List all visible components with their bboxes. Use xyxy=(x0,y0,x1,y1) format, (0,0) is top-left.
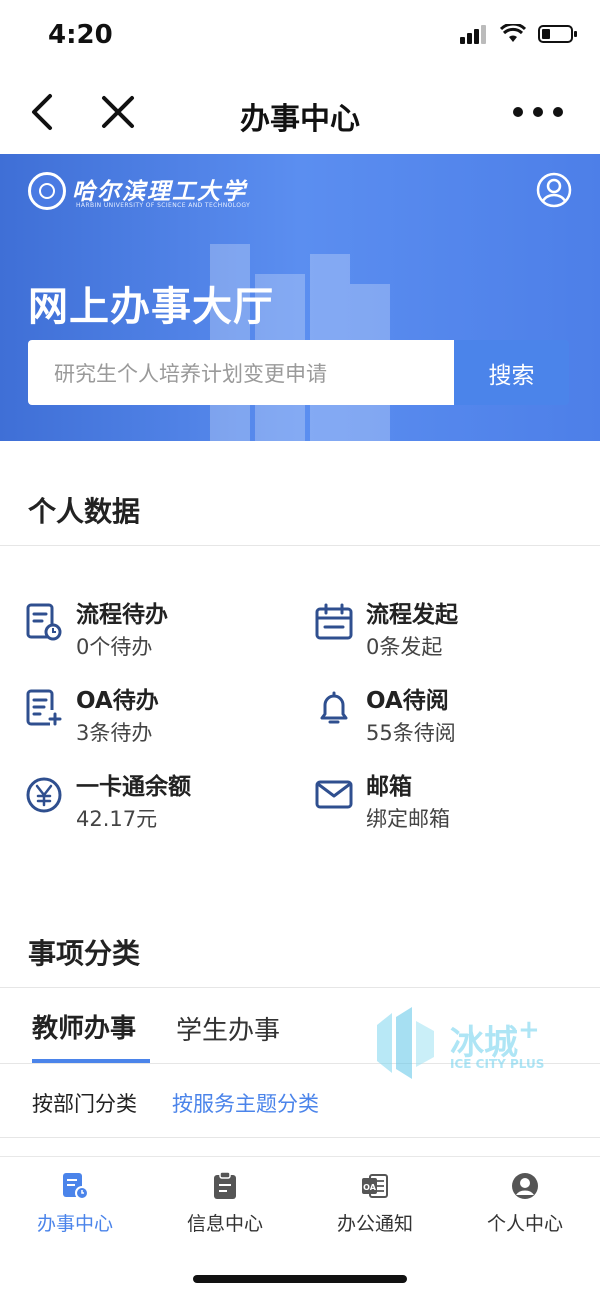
item-title: 一卡通余额 xyxy=(76,774,191,800)
tab-teacher[interactable]: 教师办事 xyxy=(32,1008,136,1045)
signal-icon xyxy=(460,25,486,44)
calendar-icon xyxy=(315,603,353,640)
banner-title: 网上办事大厅 xyxy=(28,284,274,330)
university-name: 哈尔滨理工大学 xyxy=(72,178,247,205)
nav-header: 办事中心 xyxy=(0,72,600,154)
status-time: 4:20 xyxy=(48,20,113,50)
item-value: 55条待阅 xyxy=(366,721,456,745)
divider xyxy=(0,1137,600,1138)
item-title: 邮箱 xyxy=(366,774,412,800)
bottom-nav-office-notice[interactable]: OA 办公通知 xyxy=(300,1171,450,1236)
user-circle-icon xyxy=(536,172,572,208)
mailbox-item[interactable]: 邮箱 绑定邮箱 xyxy=(314,772,450,834)
oa-todo-item[interactable]: OA待办 3条待办 xyxy=(24,686,159,748)
item-title: OA待阅 xyxy=(366,688,449,714)
item-value: 42.17元 xyxy=(76,807,158,831)
item-value: 3条待办 xyxy=(76,721,153,745)
more-dots-icon xyxy=(513,107,563,117)
item-value: 0条发起 xyxy=(366,635,443,659)
bottom-nav: 办事中心 信息中心 OA 办公通知 个人中心 xyxy=(0,1156,600,1247)
status-icons xyxy=(460,24,578,44)
search-input[interactable] xyxy=(52,340,458,407)
process-start-item[interactable]: 流程发起 0条发起 xyxy=(314,600,458,662)
divider xyxy=(0,545,600,546)
battery-icon xyxy=(538,25,577,43)
search-box xyxy=(28,340,458,407)
search-button[interactable]: 搜索 xyxy=(454,340,569,405)
yuan-icon xyxy=(26,777,62,813)
item-value: 0个待办 xyxy=(76,635,153,659)
home-indicator xyxy=(193,1275,407,1283)
tab-student[interactable]: 学生办事 xyxy=(176,1010,280,1047)
process-todo-icon xyxy=(26,603,62,641)
bottom-nav-label: 办公通知 xyxy=(336,1213,413,1235)
watermark-subtext: ICE CITY PLUS xyxy=(450,1057,545,1071)
item-title: 流程待办 xyxy=(76,602,168,628)
mail-icon xyxy=(315,780,353,809)
bottom-nav-label: 个人中心 xyxy=(486,1213,563,1235)
oa-read-item[interactable]: OA待阅 55条待阅 xyxy=(314,686,456,748)
svg-text:OA: OA xyxy=(363,1183,377,1192)
bell-icon xyxy=(320,691,348,724)
bottom-nav-info-center[interactable]: 信息中心 xyxy=(150,1171,300,1236)
more-button[interactable] xyxy=(510,98,566,126)
user-circle-icon xyxy=(512,1173,538,1199)
service-center-icon xyxy=(63,1173,89,1200)
bottom-nav-label: 办事中心 xyxy=(36,1213,113,1235)
filter-by-department[interactable]: 按部门分类 xyxy=(32,1088,137,1118)
university-logo xyxy=(28,172,66,210)
process-todo-item[interactable]: 流程待办 0个待办 xyxy=(24,600,168,662)
item-value: 绑定邮箱 xyxy=(366,807,450,831)
wifi-icon xyxy=(500,24,526,42)
bottom-nav-label: 信息中心 xyxy=(186,1213,263,1235)
item-title: 流程发起 xyxy=(366,602,458,628)
filter-by-topic[interactable]: 按服务主题分类 xyxy=(172,1088,319,1118)
bottom-nav-personal-center[interactable]: 个人中心 xyxy=(450,1171,600,1236)
ice-city-logo-icon xyxy=(377,1007,434,1079)
category-title: 事项分类 xyxy=(28,937,141,970)
item-title: OA待办 xyxy=(76,688,159,714)
card-balance-item[interactable]: 一卡通余额 42.17元 xyxy=(24,772,191,834)
oa-notice-icon: OA xyxy=(362,1174,388,1198)
divider xyxy=(0,987,600,988)
university-name-en: HARBIN UNIVERSITY OF SCIENCE AND TECHNOL… xyxy=(76,202,251,209)
clipboard-icon xyxy=(214,1171,236,1199)
personal-data-title: 个人数据 xyxy=(28,495,141,528)
bottom-nav-service-center[interactable]: 办事中心 xyxy=(0,1171,150,1236)
document-add-icon xyxy=(26,689,62,726)
user-profile-button[interactable] xyxy=(536,172,572,208)
